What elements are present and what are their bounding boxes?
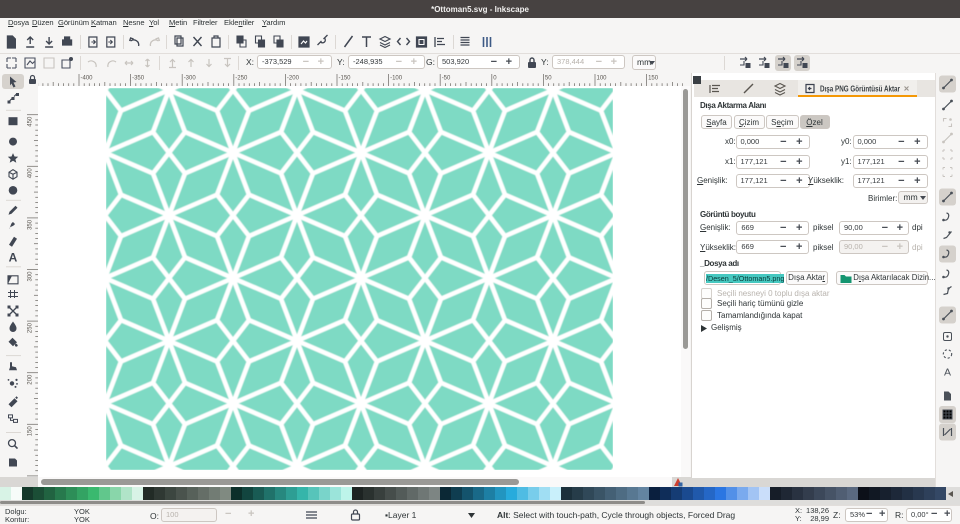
svg-text:-350: -350	[132, 76, 145, 82]
svg-text:200: 200	[28, 374, 34, 385]
svg-text:50: 50	[545, 76, 552, 82]
svg-text:A: A	[9, 250, 18, 264]
svg-text:-400: -400	[81, 76, 94, 82]
svg-text:400: 400	[28, 168, 34, 179]
svg-text:450: 450	[28, 116, 34, 127]
svg-text:250: 250	[28, 322, 34, 333]
svg-text:350: 350	[28, 219, 34, 230]
svg-text:-300: -300	[184, 76, 197, 82]
svg-text:-150: -150	[339, 76, 352, 82]
svg-text:150: 150	[28, 426, 34, 437]
svg-text:-250: -250	[235, 76, 248, 82]
svg-text:-50: -50	[442, 76, 451, 82]
svg-text:Dışa PNG Görüntüsü Aktar: Dışa PNG Görüntüsü Aktar	[820, 85, 900, 94]
svg-text:A: A	[944, 367, 951, 379]
svg-text:-100: -100	[390, 76, 403, 82]
svg-text:-200: -200	[287, 76, 300, 82]
svg-text:150: 150	[648, 76, 659, 82]
svg-text:300: 300	[28, 271, 34, 282]
svg-text:100: 100	[597, 76, 608, 82]
